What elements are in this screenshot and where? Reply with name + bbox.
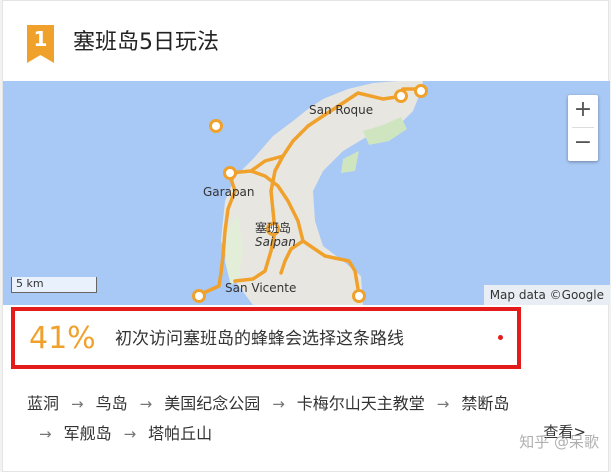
map-label-saipan: Saipan — [255, 235, 296, 249]
route-popularity-highlight: 41% 初次访问塞班岛的蜂蜂会选择这条路线 — [11, 307, 521, 369]
map-label-san-roque: San Roque — [309, 103, 374, 117]
route-line-2: → 军舰岛 → 塔帕丘山 — [27, 419, 597, 449]
rank-number: 1 — [33, 27, 48, 51]
red-dot-icon — [498, 335, 503, 340]
route-stop[interactable]: 蓝洞 — [27, 394, 59, 413]
map-attribution[interactable]: Map data ©Google — [483, 285, 610, 305]
arrow-right-icon: → — [272, 395, 285, 413]
map-scale-bar: 5 km — [11, 277, 97, 293]
route-stop[interactable]: 禁断岛 — [461, 394, 509, 413]
popularity-percent: 41% — [29, 321, 96, 356]
map-graphic — [192, 81, 428, 305]
arrow-right-icon: → — [123, 425, 137, 443]
map-label-san-vicente: San Vicente — [225, 281, 297, 295]
route-stops: 蓝洞 → 鸟岛 → 美国纪念公园 → 卡梅尔山天主教堂 → 禁断岛 → 军舰岛 → 塔帕丘山 — [27, 389, 597, 449]
map-label-garapan: Garapan — [203, 185, 255, 199]
route-line-1: 蓝洞 → 鸟岛 → 美国纪念公园 → 卡梅尔山天主教堂 → 禁断岛 — [27, 389, 597, 419]
map-zoom-control: + − — [568, 95, 598, 161]
route-map[interactable]: San Roque Garapan 塞班岛 Saipan San Vicente… — [3, 81, 610, 305]
watermark: 知乎 @呆歌 — [519, 433, 599, 451]
arrow-right-icon: → — [139, 395, 153, 413]
route-stop[interactable]: 军舰岛 — [64, 424, 112, 443]
route-stop[interactable]: 美国纪念公园 — [164, 394, 260, 413]
route-stop[interactable]: 卡梅尔山天主教堂 — [297, 394, 425, 413]
popularity-text: 初次访问塞班岛的蜂蜂会选择这条路线 — [115, 329, 404, 349]
route-stop[interactable]: 鸟岛 — [96, 394, 128, 413]
card-header: 1 塞班岛5日玩法 — [3, 1, 608, 81]
route-stop[interactable]: 塔帕丘山 — [148, 424, 212, 443]
map-label-saipan-cn: 塞班岛 — [255, 221, 292, 235]
route-card: 1 塞班岛5日玩法 San Roque Garapan 塞班岛 Saipan S… — [2, 0, 610, 472]
page-title: 塞班岛5日玩法 — [73, 30, 219, 55]
arrow-right-icon: → — [39, 425, 52, 443]
zoom-in-button[interactable]: + — [568, 95, 598, 127]
zoom-out-button[interactable]: − — [568, 128, 598, 160]
arrow-right-icon: → — [71, 395, 84, 413]
arrow-right-icon: → — [436, 395, 450, 413]
